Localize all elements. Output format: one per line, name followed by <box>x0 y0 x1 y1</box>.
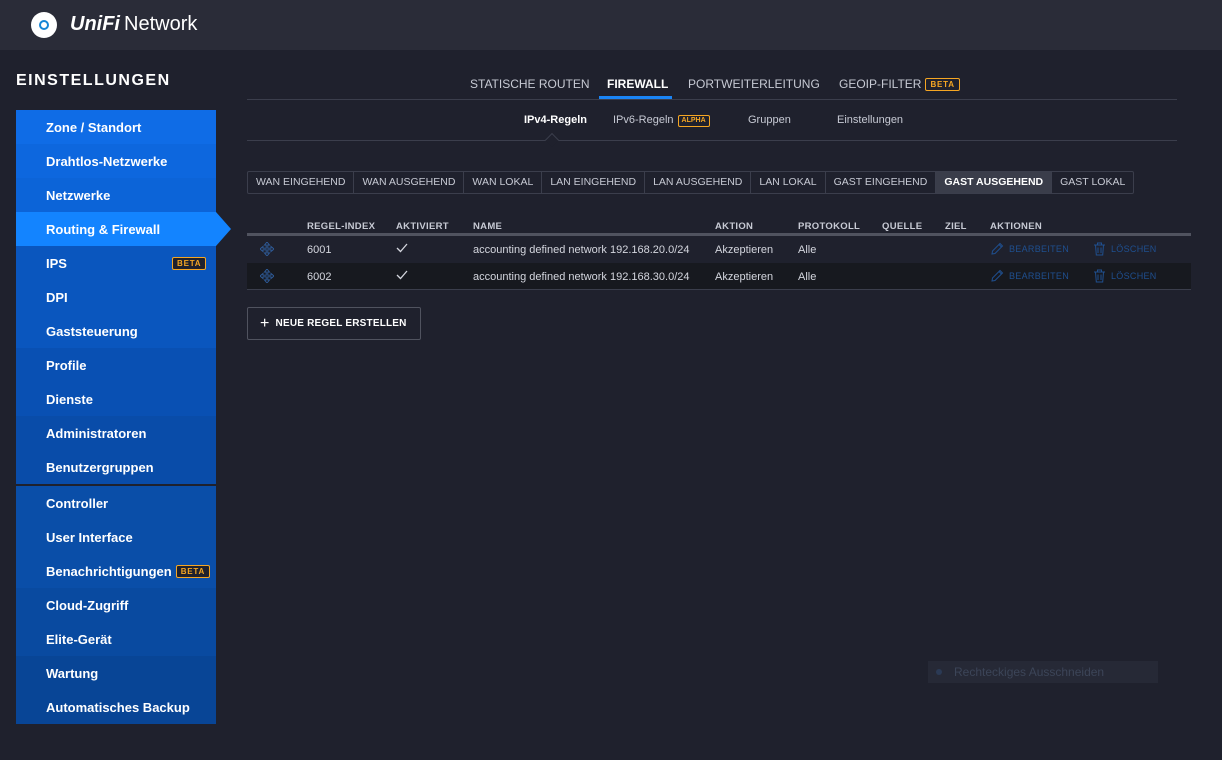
cat-tab-guest-out[interactable]: GAST AUSGEHEND <box>936 172 1053 193</box>
tab-static-routes[interactable]: STATISCHE ROUTEN <box>470 77 590 91</box>
cat-tab-lan-in[interactable]: LAN EINGEHEND <box>542 172 646 193</box>
subtab-ipv6-rules[interactable]: IPv6-Regeln ALPHA <box>613 114 710 127</box>
create-rule-label: NEUE REGEL ERSTELLEN <box>275 318 407 329</box>
pencil-icon <box>991 269 1004 282</box>
col-header-enabled[interactable]: AKTIVIERT <box>396 221 449 232</box>
sidebar-item-ips[interactable]: IPS BETA <box>16 246 216 280</box>
sidebar-item-dpi[interactable]: DPI <box>16 280 216 314</box>
sidebar-item-user-groups[interactable]: Benutzergruppen <box>16 450 216 484</box>
tab-geoip-filter[interactable]: GEOIP-FILTER BETA <box>839 77 960 91</box>
cat-tab-lan-out[interactable]: LAN AUSGEHEND <box>645 172 752 193</box>
subtab-caret-icon <box>544 132 560 148</box>
unifi-logo-icon[interactable] <box>31 12 57 38</box>
col-header-actions: AKTIONEN <box>990 221 1043 232</box>
col-header-source[interactable]: QUELLE <box>882 221 922 232</box>
snip-tool-overlay[interactable]: Rechteckiges Ausschneiden <box>928 661 1158 683</box>
edit-button[interactable]: BEARBEITEN <box>990 242 1069 256</box>
sidebar-item-notifications[interactable]: Benachrichtigungen BETA <box>16 554 216 588</box>
drag-handle-icon[interactable] <box>260 242 274 256</box>
rule-index: 6001 <box>307 244 332 256</box>
sidebar-item-admins[interactable]: Administratoren <box>16 416 216 450</box>
rule-category-tabs: WAN EINGEHEND WAN AUSGEHEND WAN LOKAL LA… <box>247 171 1135 194</box>
col-header-action[interactable]: AKTION <box>715 221 753 232</box>
cat-tab-wan-in[interactable]: WAN EINGEHEND <box>248 172 355 193</box>
sidebar-item-cloud-access[interactable]: Cloud-Zugriff <box>16 588 216 622</box>
subtab-settings[interactable]: Einstellungen <box>837 114 903 126</box>
sub-tabs: IPv4-Regeln IPv6-Regeln ALPHA Gruppen Ein… <box>247 100 1177 148</box>
sidebar-title: EINSTELLUNGEN <box>16 72 171 89</box>
cat-tab-lan-local[interactable]: LAN LOKAL <box>751 172 826 193</box>
tab-port-forwarding[interactable]: PORTWEITERLEITUNG <box>688 77 820 91</box>
table-row: 6002 accounting defined network 192.168.… <box>247 263 1191 290</box>
beta-badge: BETA <box>925 78 960 91</box>
alpha-badge: ALPHA <box>677 115 710 127</box>
rule-name: accounting defined network 192.168.30.0/… <box>473 271 690 283</box>
delete-button[interactable]: LÖSCHEN <box>1093 269 1157 283</box>
cat-tab-guest-in[interactable]: GAST EINGEHEND <box>826 172 937 193</box>
sidebar-item-controller[interactable]: Controller <box>16 486 216 520</box>
rule-protocol: Alle <box>798 244 817 256</box>
check-icon <box>396 243 408 253</box>
sidebar: Zone / Standort Drahtlos-Netzwerke Netzw… <box>16 110 216 724</box>
sidebar-item-elite-device[interactable]: Elite-Gerät <box>16 622 216 656</box>
table-row: 6001 accounting defined network 192.168.… <box>247 236 1191 263</box>
sidebar-item-networks[interactable]: Netzwerke <box>16 178 216 212</box>
beta-badge: BETA <box>175 564 211 578</box>
snip-label: Rechteckiges Ausschneiden <box>954 665 1105 679</box>
sidebar-item-user-interface[interactable]: User Interface <box>16 520 216 554</box>
app-title[interactable]: UniFi Network <box>70 13 197 36</box>
col-header-name[interactable]: NAME <box>473 221 502 232</box>
sidebar-item-maintenance[interactable]: Wartung <box>16 656 216 690</box>
sidebar-item-wireless[interactable]: Drahtlos-Netzwerke <box>16 144 216 178</box>
sidebar-item-zone[interactable]: Zone / Standort <box>16 110 216 144</box>
trash-icon <box>1094 242 1105 256</box>
tab-firewall[interactable]: FIREWALL <box>607 77 668 91</box>
rule-action: Akzeptieren <box>715 244 774 256</box>
top-header: UniFi Network <box>0 0 1222 50</box>
active-tab-indicator <box>599 96 672 99</box>
sidebar-item-services[interactable]: Dienste <box>16 382 216 416</box>
plus-icon: + <box>260 314 270 332</box>
main-tabs: STATISCHE ROUTEN FIREWALL PORTWEITERLEIT… <box>247 70 1177 100</box>
create-rule-button[interactable]: + NEUE REGEL ERSTELLEN <box>247 307 421 340</box>
col-header-protocol[interactable]: PROTOKOLL <box>798 221 860 232</box>
delete-button[interactable]: LÖSCHEN <box>1093 242 1157 256</box>
cat-tab-guest-local[interactable]: GAST LOKAL <box>1052 172 1133 193</box>
cat-tab-wan-out[interactable]: WAN AUSGEHEND <box>354 172 465 193</box>
trash-icon <box>1094 269 1105 283</box>
edit-button[interactable]: BEARBEITEN <box>990 269 1069 283</box>
rules-table: REGEL-INDEX AKTIVIERT NAME AKTION PROTOK… <box>247 218 1191 290</box>
sidebar-item-routing-firewall[interactable]: Routing & Firewall <box>16 212 216 246</box>
col-header-dest[interactable]: ZIEL <box>945 221 967 232</box>
sidebar-item-auto-backup[interactable]: Automatisches Backup <box>16 690 216 724</box>
snip-icon <box>936 669 942 675</box>
rule-action: Akzeptieren <box>715 271 774 283</box>
beta-badge: BETA <box>172 257 207 270</box>
subtab-ipv4-rules[interactable]: IPv4-Regeln <box>524 114 587 126</box>
sidebar-group-primary: Zone / Standort Drahtlos-Netzwerke Netzw… <box>16 110 216 484</box>
sidebar-item-guest-control[interactable]: Gaststeuerung <box>16 314 216 348</box>
rule-index: 6002 <box>307 271 332 283</box>
sidebar-item-profiles[interactable]: Profile <box>16 348 216 382</box>
col-header-index[interactable]: REGEL-INDEX <box>307 221 375 232</box>
pencil-icon <box>991 242 1004 255</box>
sidebar-group-system: Controller User Interface Benachrichtigu… <box>16 486 216 724</box>
drag-handle-icon[interactable] <box>260 269 274 283</box>
subtab-groups[interactable]: Gruppen <box>748 114 791 126</box>
rule-protocol: Alle <box>798 271 817 283</box>
table-header: REGEL-INDEX AKTIVIERT NAME AKTION PROTOK… <box>247 218 1191 236</box>
rule-name: accounting defined network 192.168.20.0/… <box>473 244 690 256</box>
check-icon <box>396 270 408 280</box>
cat-tab-wan-local[interactable]: WAN LOKAL <box>464 172 543 193</box>
